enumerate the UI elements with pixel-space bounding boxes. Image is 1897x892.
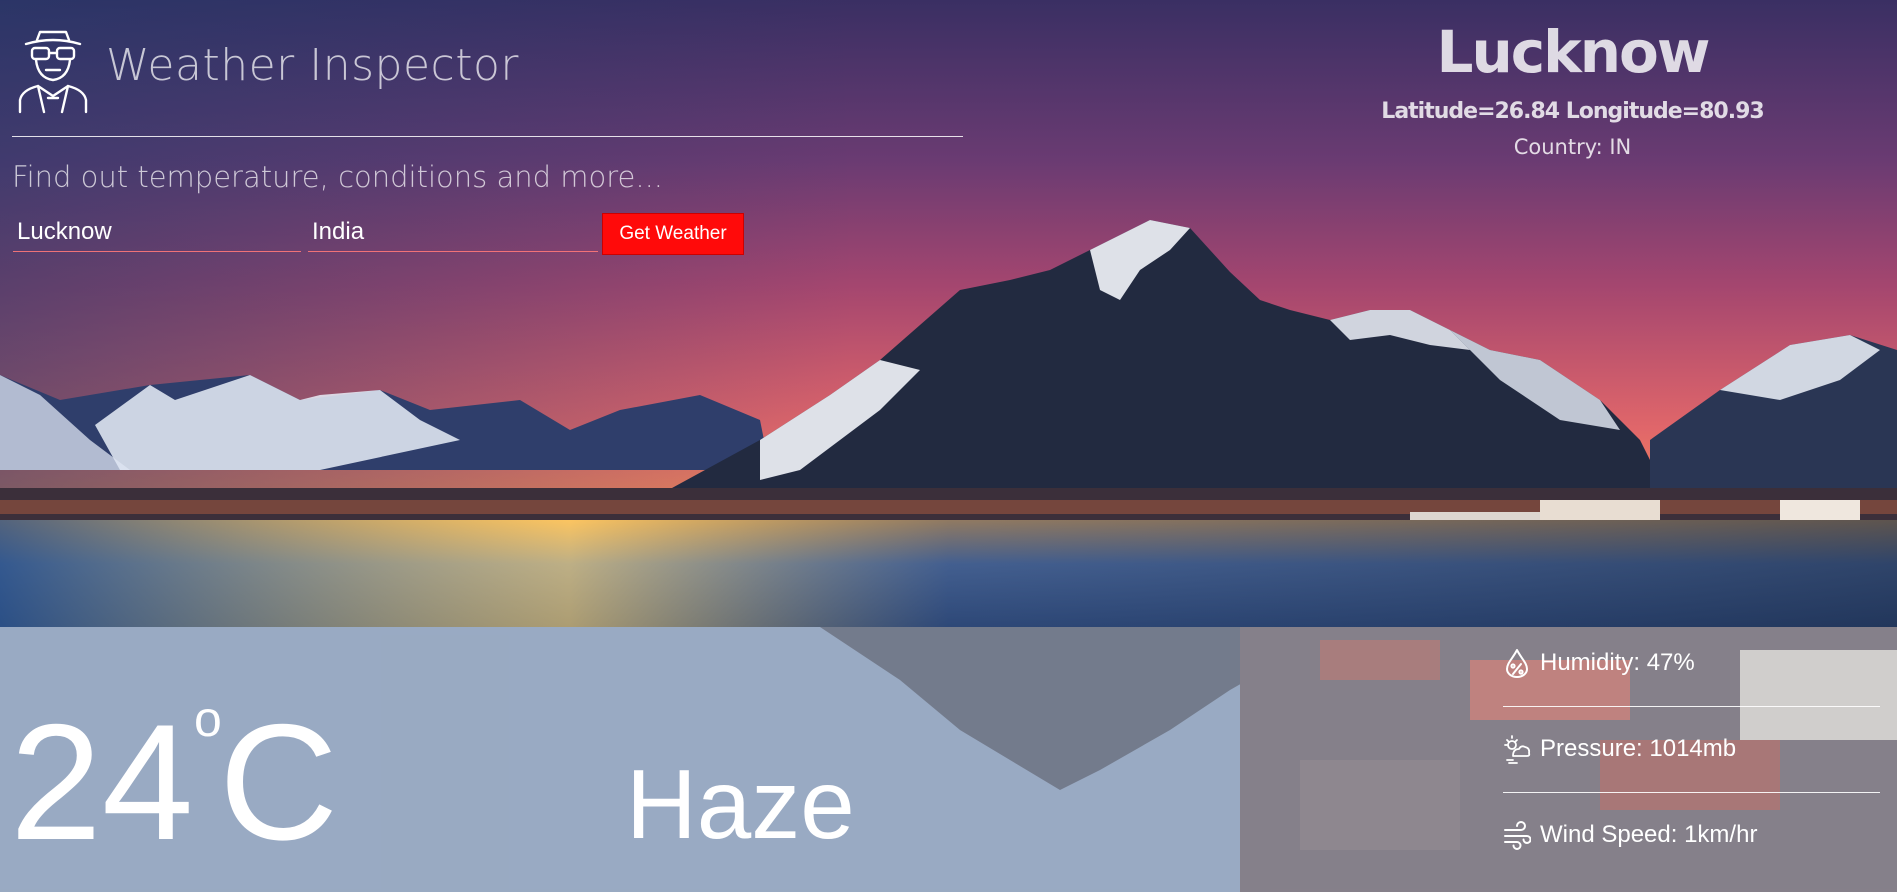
wind-icon	[1504, 821, 1531, 850]
get-weather-button[interactable]: Get Weather	[602, 213, 744, 255]
humidity-drop-icon	[1506, 649, 1528, 678]
wind-stat: Wind Speed: 1km/hr	[1503, 818, 1757, 852]
city-input[interactable]	[13, 212, 301, 252]
app-title: Weather Inspector	[106, 40, 519, 91]
detective-icon	[18, 30, 88, 114]
temperature-value: 24	[10, 690, 194, 874]
cloud-sun-icon	[1504, 735, 1531, 764]
humidity-stat: Humidity: 47%	[1503, 646, 1695, 680]
wind-speed-label: Wind Speed: 1km/hr	[1540, 821, 1758, 848]
location-coordinates: Latitude=26.84 Longitude=80.93	[1381, 99, 1764, 124]
header-divider	[12, 136, 963, 137]
pressure-label: Pressure: 1014mb	[1540, 735, 1737, 762]
temperature-unit: C	[219, 690, 339, 874]
pressure-stat: Pressure: 1014mb	[1503, 732, 1736, 766]
degree-symbol: o	[194, 691, 222, 747]
stats-divider	[1503, 706, 1880, 707]
stats-divider	[1503, 792, 1880, 793]
weather-condition: Haze	[626, 749, 855, 859]
country-input[interactable]	[308, 212, 598, 252]
location-name: Lucknow	[1436, 18, 1711, 86]
humidity-label: Humidity: 47%	[1540, 649, 1695, 676]
tagline: Find out temperature, conditions and mor…	[12, 160, 664, 194]
location-country: Country: IN	[1513, 135, 1632, 159]
